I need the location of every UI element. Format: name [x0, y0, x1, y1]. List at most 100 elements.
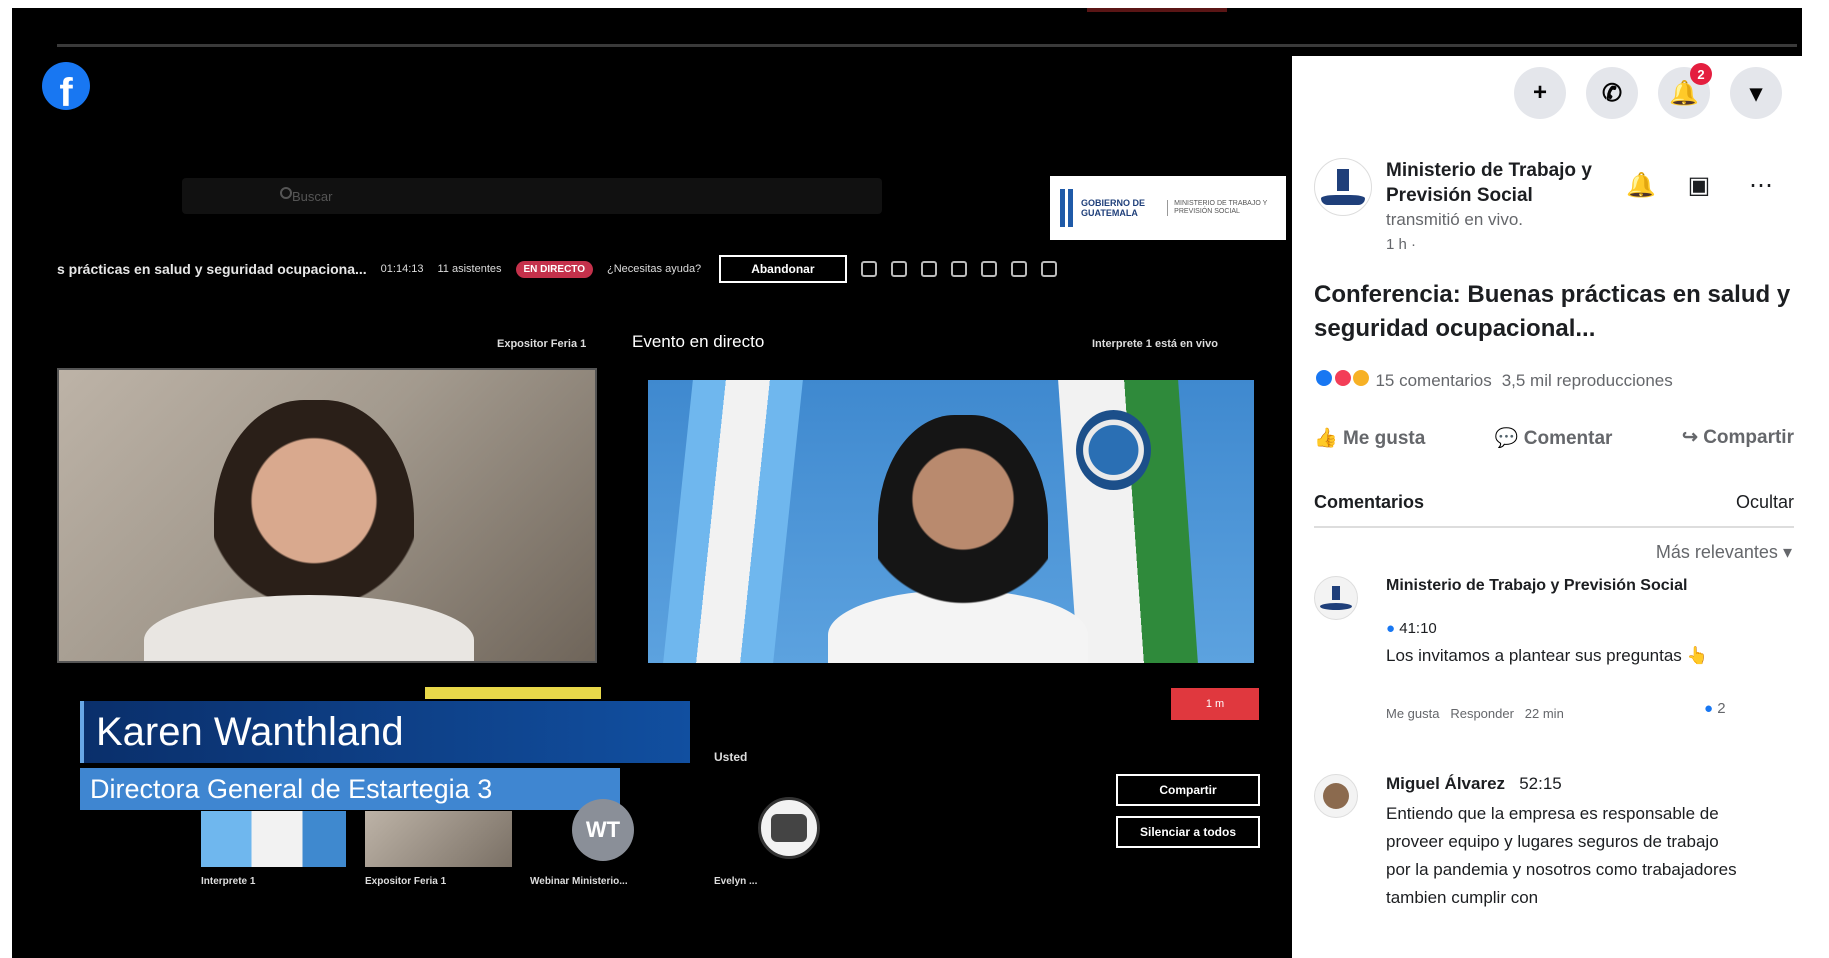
post-header: Ministerio de Trabajo y Previsión Social… — [1314, 158, 1784, 268]
commenter-avatar[interactable] — [1314, 774, 1358, 818]
participant-avatar-you[interactable] — [758, 797, 820, 859]
post-title: Conferencia: Buenas prácticas en salud y… — [1314, 281, 1791, 342]
ministry-logo-icon — [1060, 189, 1073, 227]
share-icon: ↪ — [1681, 427, 1704, 448]
views-count: 3,5 mil reproducciones — [1501, 370, 1673, 390]
participant-avatar-webinar[interactable]: WT — [572, 799, 634, 861]
teams-search-input[interactable]: Buscar — [182, 178, 882, 214]
bell-icon[interactable]: 🔔 2 — [1658, 63, 1712, 119]
attendee-count: 11 asistentes — [437, 263, 502, 275]
like-button[interactable]: 👍 Me gusta — [1314, 426, 1425, 450]
participant-label: Webinar Ministerio... — [530, 876, 628, 887]
verified-icon: ● — [1386, 620, 1400, 637]
post-time[interactable]: 1 h · — [1386, 236, 1416, 253]
thumbs-up-icon: 👍 — [1314, 428, 1343, 449]
banner-line-2: MINISTERIO DE TRABAJO Y PREVISIÓN SOCIAL — [1167, 200, 1276, 216]
comments-count[interactable]: 15 comentarios — [1375, 371, 1491, 391]
sort-dropdown[interactable]: Más relevantes ▾ — [1656, 542, 1792, 563]
chat-icon[interactable] — [890, 261, 907, 277]
camera-icon — [771, 814, 807, 842]
messenger-icon[interactable]: ✆ — [1586, 67, 1638, 119]
captions-icon[interactable] — [980, 261, 997, 277]
participant-thumb-interpreter[interactable] — [201, 811, 346, 867]
share-button[interactable]: ↪ Compartir — [1682, 426, 1794, 450]
share-content-button[interactable]: Compartir — [1116, 774, 1260, 806]
comment-meta: Me gusta Responder 22 min — [1386, 706, 1564, 721]
comment-item: Ministerio de Trabajo y Previsión Social… — [1314, 576, 1794, 721]
chevron-down-icon: ▾ — [1782, 542, 1792, 562]
facebook-sidebar: + ✆ 🔔 2 ▾ Ministerio de Trabajo y Previs… — [1292, 56, 1802, 958]
interpreter-person — [878, 415, 1048, 655]
mute-all-button[interactable]: Silenciar a todos — [1116, 816, 1260, 848]
plus-icon[interactable]: + — [1514, 67, 1566, 119]
page-status: transmitió en vivo. — [1386, 210, 1523, 229]
bell-icon[interactable]: 🔔 — [1624, 168, 1658, 202]
you-label: Usted — [714, 750, 748, 764]
pointing-hand-icon: 👆 — [1686, 646, 1708, 665]
info-icon[interactable] — [1040, 261, 1057, 277]
left-pane-label: Expositor Feria 1 — [497, 338, 587, 350]
event-toolbar: s prácticas en salud y seguridad ocupaci… — [57, 252, 1257, 286]
comment-reactions[interactable]: ● 2 — [1704, 700, 1726, 717]
comment-timestamp[interactable]: 52:15 — [1519, 774, 1562, 793]
video-frame: f Buscar s prácticas en salud y segurida… — [12, 8, 1802, 958]
lower-third-role: Directora General de Estartegia 3 — [80, 768, 620, 810]
comment-author[interactable]: Ministerio de Trabajo y Previsión Social — [1386, 576, 1716, 596]
notification-count: 2 — [1690, 63, 1712, 85]
comment-text: Entiendo que la empresa es responsable d… — [1386, 804, 1737, 907]
help-link[interactable]: ¿Necesitas ayuda? — [607, 263, 701, 275]
notes-icon[interactable] — [920, 261, 937, 277]
qa-icon[interactable] — [950, 261, 967, 277]
facebook-logo-icon[interactable]: f — [42, 62, 90, 110]
comment-timestamp[interactable]: ● 41:10 — [1386, 620, 1437, 637]
love-reaction-icon — [1332, 368, 1353, 388]
comments-header: Comentarios Ocultar — [1314, 492, 1794, 513]
participant-label: Evelyn ... — [714, 876, 758, 887]
pin-icon[interactable] — [860, 261, 877, 277]
interpreter-video — [648, 380, 1254, 663]
search-placeholder: Buscar — [292, 188, 333, 204]
page-avatar[interactable] — [1314, 158, 1372, 216]
top-divider — [57, 44, 1797, 47]
lower-third-name: Karen Wanthland — [80, 701, 690, 763]
comment-author[interactable]: Miguel Álvarez 52:15 — [1386, 774, 1716, 794]
save-icon[interactable]: ▣ — [1682, 168, 1716, 202]
elapsed-time: 01:14:13 — [380, 263, 424, 275]
presenter-shirt — [144, 595, 474, 661]
participant-label: Expositor Feria 1 — [365, 876, 447, 887]
participant-label: Interprete 1 — [201, 876, 256, 887]
search-icon — [280, 187, 292, 199]
care-reaction-icon — [1351, 368, 1372, 388]
right-pane-label: Interprete 1 está en vivo — [1092, 338, 1218, 350]
participant-thumb-presenter[interactable] — [365, 811, 512, 867]
more-icon[interactable]: ⋯ — [1744, 168, 1778, 202]
red-status-badge: 1 m — [1171, 688, 1259, 720]
comment-item: Miguel Álvarez 52:15 Entiendo que la emp… — [1314, 774, 1794, 958]
progress-strip — [425, 687, 601, 699]
ministry-emblem-icon — [1076, 410, 1151, 490]
center-pane-label: Evento en directo — [632, 332, 765, 351]
presenter-video — [57, 368, 597, 663]
live-badge: EN DIRECTO — [515, 260, 594, 278]
caret-down-icon[interactable]: ▾ — [1730, 67, 1782, 119]
comment-icon: 💬 — [1494, 428, 1524, 449]
page-name[interactable]: Ministerio de Trabajo y Previsión Social — [1386, 158, 1636, 208]
top-red-marker — [1087, 8, 1227, 12]
divider — [1314, 526, 1794, 528]
comment-reply-link[interactable]: Responder — [1450, 706, 1514, 721]
reaction-summary[interactable]: 15 comentarios 3,5 mil reproducciones — [1314, 368, 1673, 393]
comment-button[interactable]: 💬 Comentar — [1495, 426, 1613, 450]
commenter-avatar[interactable] — [1314, 576, 1358, 620]
comment-like-link[interactable]: Me gusta — [1386, 706, 1439, 721]
settings-icon[interactable] — [1010, 261, 1027, 277]
like-reaction-icon — [1314, 368, 1334, 388]
like-reaction-icon: ● — [1704, 700, 1718, 717]
leave-button[interactable]: Abandonar — [719, 255, 847, 283]
post-actions: 👍 Me gusta 💬 Comentar ↪ Compartir — [1314, 426, 1794, 450]
guatemala-flag — [663, 380, 803, 663]
comment-text: Los invitamos a plantear sus preguntas 👆 — [1386, 646, 1708, 665]
hide-comments-link[interactable]: Ocultar — [1736, 492, 1794, 513]
ministry-banner: GOBIERNO DE GUATEMALA MINISTERIO DE TRAB… — [1050, 176, 1286, 240]
facebook-top-bar: + ✆ 🔔 2 ▾ — [1292, 56, 1802, 130]
event-title: s prácticas en salud y seguridad ocupaci… — [57, 261, 367, 277]
